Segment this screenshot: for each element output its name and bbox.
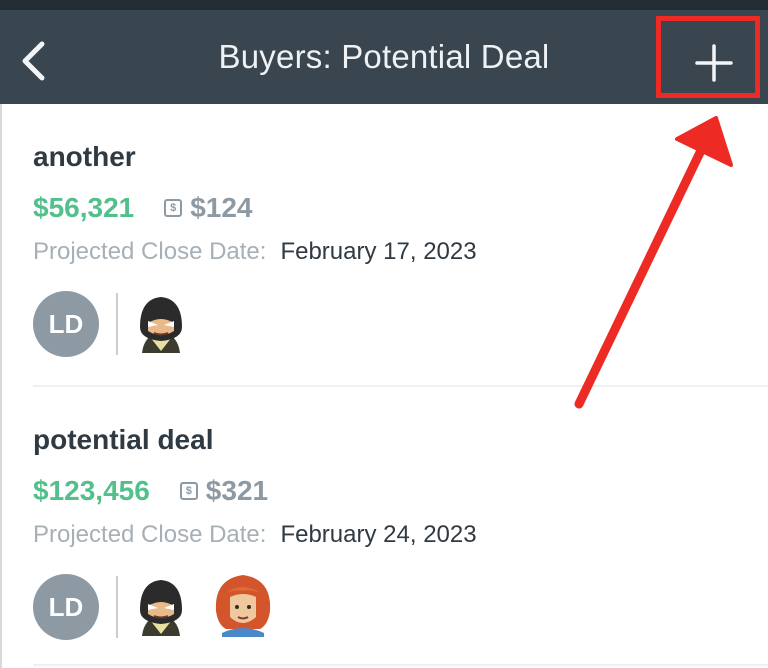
annotation-arrow-icon <box>574 116 733 409</box>
